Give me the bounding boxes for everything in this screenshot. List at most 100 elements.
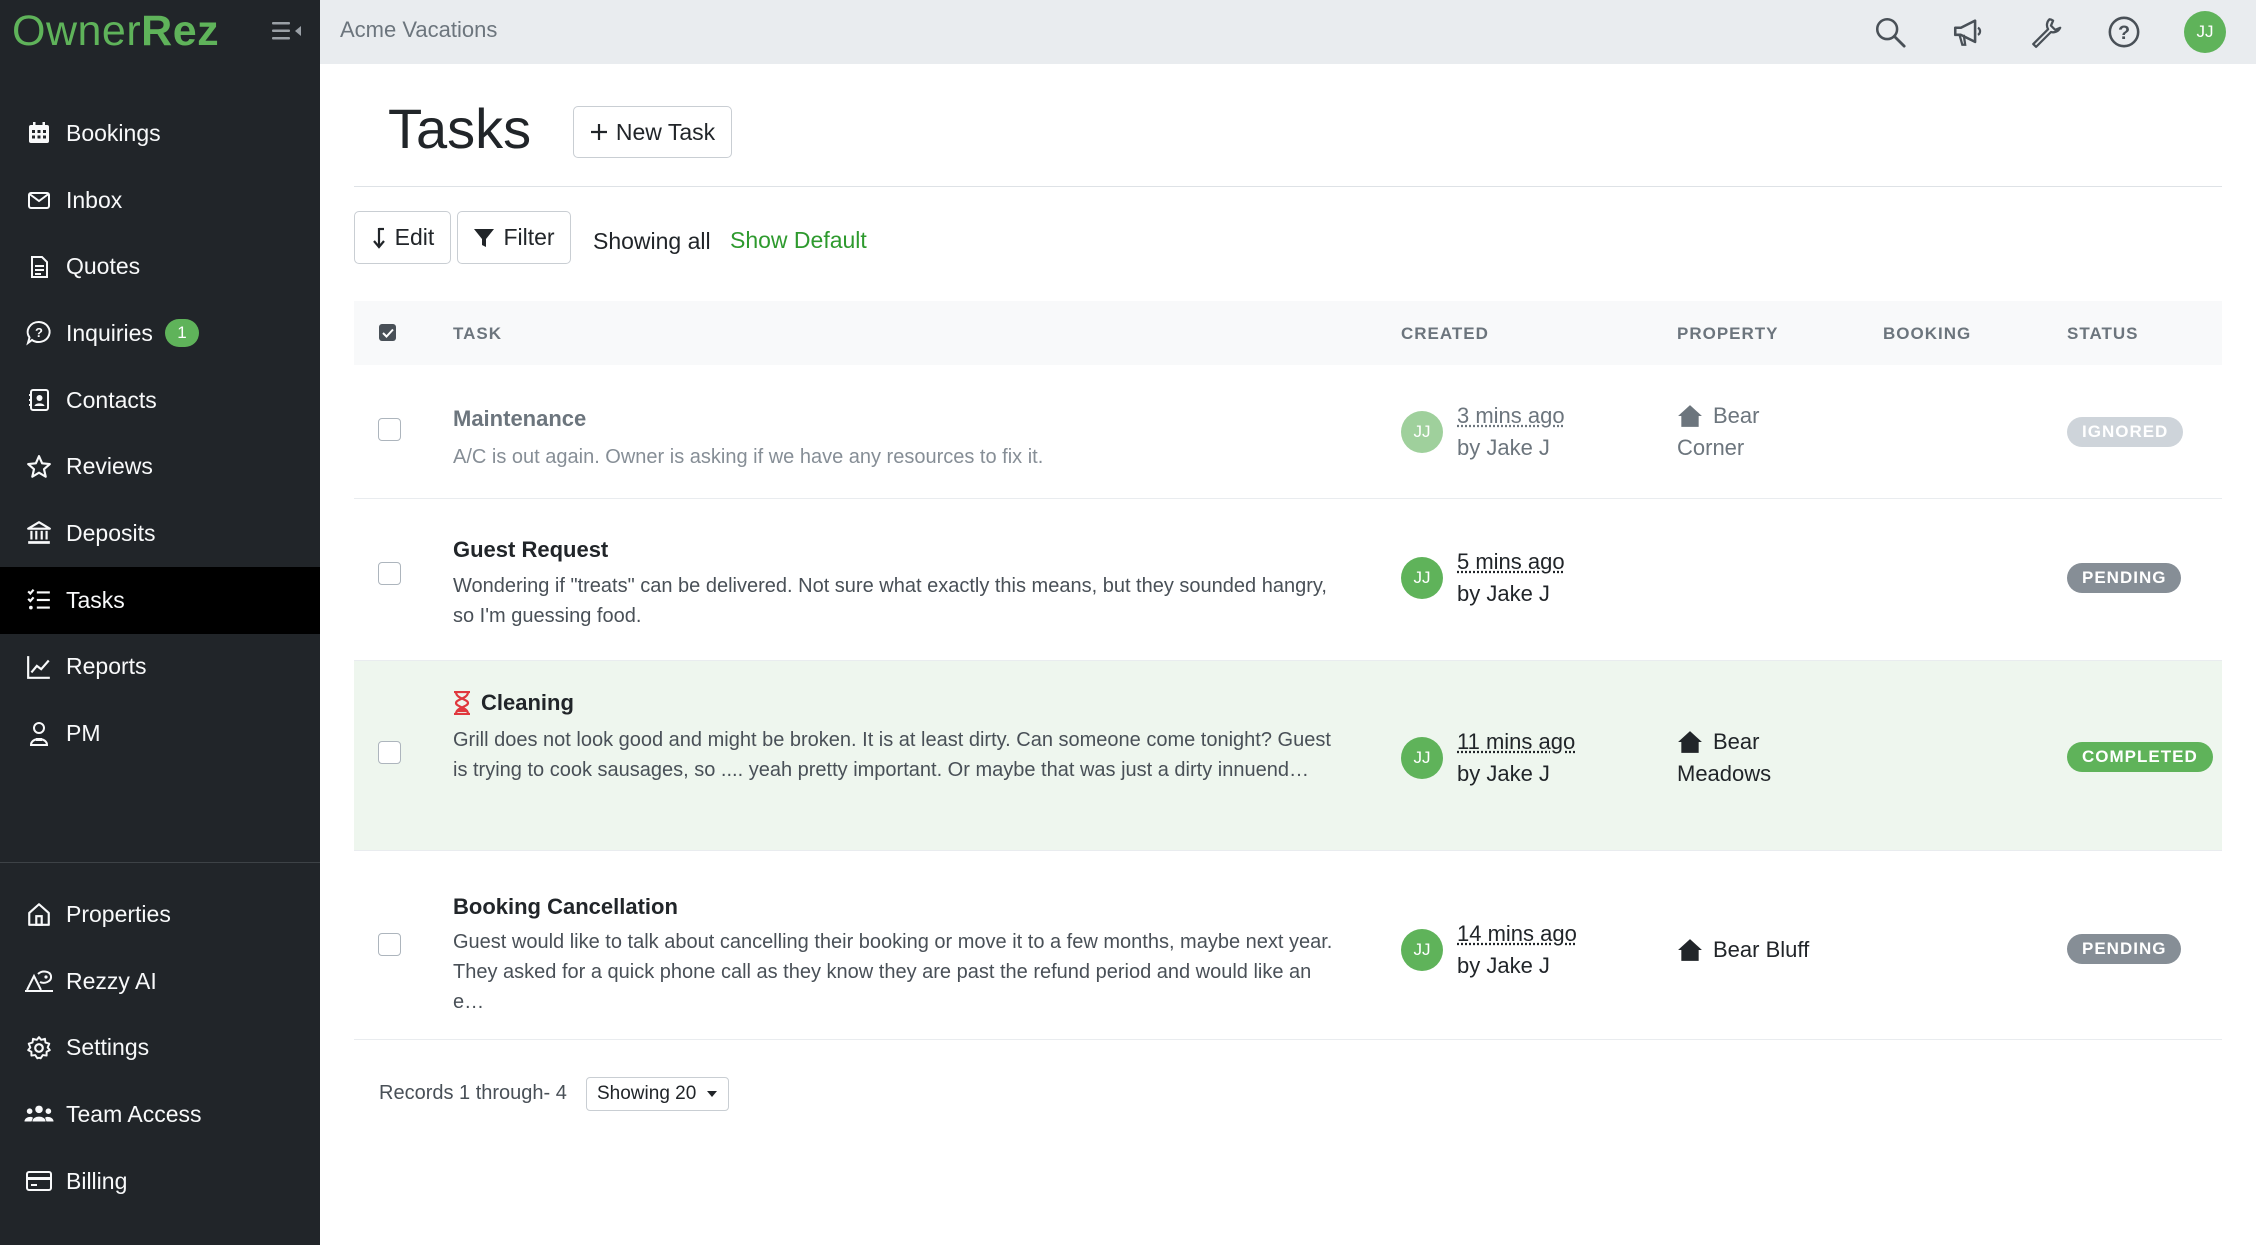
task-description: Guest would like to talk about cancellin… xyxy=(453,931,1333,1013)
sidebar-item-billing[interactable]: Billing xyxy=(0,1148,320,1215)
sidebar-item-label: Tasks xyxy=(66,586,125,613)
sidebar-item-label: Inbox xyxy=(66,186,123,213)
task-title-text: Booking Cancellation xyxy=(453,894,678,919)
sidebar-item-inquiries[interactable]: ? Inquiries 1 xyxy=(0,300,320,367)
wrench-icon xyxy=(2032,18,2062,49)
page-title: Tasks xyxy=(388,97,532,160)
table-row[interactable]: Maintenance A/C is out again. Owner is a… xyxy=(354,365,2222,499)
created-info: 5 mins ago by Jake J xyxy=(1457,546,1565,610)
svg-text:?: ? xyxy=(35,325,43,340)
help-button[interactable]: ? xyxy=(2104,12,2144,52)
search-button[interactable] xyxy=(1870,12,1910,52)
table-row[interactable]: Cleaning Grill does not look good and mi… xyxy=(354,661,2222,851)
help-icon: ? xyxy=(2108,16,2140,48)
page-size-select[interactable]: Showing 20 xyxy=(586,1077,730,1111)
status-badge: COMPLETED xyxy=(2067,742,2213,772)
sidebar-item-label: Inquiries xyxy=(66,319,153,346)
account-name[interactable]: Acme Vacations xyxy=(340,17,497,43)
task-description: Grill does not look good and might be br… xyxy=(453,729,1331,781)
property-name-line2: Meadows xyxy=(1677,761,1772,786)
sidebar-item-contacts[interactable]: Contacts xyxy=(0,367,320,434)
task-title[interactable]: Maintenance xyxy=(453,406,586,432)
task-title-text: Cleaning xyxy=(481,690,574,715)
showing-all-label: Showing all xyxy=(593,228,711,254)
sidebar: OwnerRez Bookings Inbox Quotes ? Inquiri… xyxy=(0,0,320,1245)
task-title[interactable]: Cleaning xyxy=(453,690,574,716)
header-status[interactable]: STATUS xyxy=(2067,324,2138,344)
sidebar-item-properties[interactable]: Properties xyxy=(0,881,320,948)
sidebar-item-bookings[interactable]: Bookings xyxy=(0,100,320,167)
caret-down-icon xyxy=(707,1091,718,1097)
row-checkbox[interactable] xyxy=(378,562,401,585)
row-checkbox[interactable] xyxy=(378,418,401,441)
inquiries-count-badge: 1 xyxy=(164,319,199,348)
creator-avatar: JJ xyxy=(1401,411,1443,453)
logo-rez-text: Rez xyxy=(141,7,220,55)
sidebar-item-deposits[interactable]: Deposits xyxy=(0,500,320,567)
tools-button[interactable] xyxy=(2026,12,2066,52)
sidebar-item-tasks[interactable]: Tasks xyxy=(0,566,320,634)
sidebar-item-label: Reports xyxy=(66,653,147,680)
sidebar-item-label: Bookings xyxy=(66,119,161,146)
envelope-icon xyxy=(24,185,54,215)
tasks-list-icon xyxy=(24,585,54,615)
team-icon xyxy=(24,1099,54,1129)
sidebar-item-label: Deposits xyxy=(66,519,156,546)
property-name-line1: Bear xyxy=(1713,729,1760,754)
property-cell[interactable]: Bear xyxy=(1677,726,1759,758)
filter-button[interactable]: Filter xyxy=(457,211,571,264)
contact-card-icon xyxy=(24,385,54,415)
row-checkbox[interactable] xyxy=(378,933,401,956)
task-title-text: Guest Request xyxy=(453,537,609,562)
sidebar-item-inbox[interactable]: Inbox xyxy=(0,167,320,234)
task-description: A/C is out again. Owner is asking if we … xyxy=(453,446,1044,468)
new-task-button[interactable]: New Task xyxy=(573,106,732,158)
sidebar-item-rezzy-ai[interactable]: Rezzy AI xyxy=(0,948,320,1015)
gear-icon xyxy=(24,1033,54,1063)
sidebar-item-team-access[interactable]: Team Access xyxy=(0,1081,320,1148)
header-booking[interactable]: BOOKING xyxy=(1883,324,1971,344)
table-header: TASK CREATED PROPERTY BOOKING STATUS xyxy=(354,301,2222,365)
created-by: by Jake J xyxy=(1457,953,1550,978)
task-title[interactable]: Guest Request xyxy=(453,537,608,563)
edit-button[interactable]: Edit xyxy=(354,211,451,264)
announcements-button[interactable] xyxy=(1948,12,1988,52)
filter-label: Filter xyxy=(503,224,555,250)
sidebar-item-label: Quotes xyxy=(66,253,141,280)
ai-assistant-icon xyxy=(24,966,54,996)
header-property[interactable]: PROPERTY xyxy=(1677,324,1779,344)
sidebar-item-settings[interactable]: Settings xyxy=(0,1014,320,1081)
megaphone-icon xyxy=(1953,19,1982,46)
created-ago: 11 mins ago xyxy=(1457,729,1576,754)
property-cell[interactable]: Bear Bluff xyxy=(1677,934,1809,966)
sidebar-nav: Bookings Inbox Quotes ? Inquiries 1 Cont… xyxy=(0,100,320,767)
sidebar-item-label: PM xyxy=(66,720,101,747)
header-created[interactable]: CREATED xyxy=(1401,324,1489,344)
records-count: Records 1 through- 4 xyxy=(379,1082,567,1104)
table-row[interactable]: Guest Request Wondering if "treats" can … xyxy=(354,499,2222,661)
sidebar-item-reviews[interactable]: Reviews xyxy=(0,433,320,500)
property-cell[interactable]: Bear xyxy=(1677,400,1759,432)
sidebar-item-reports[interactable]: Reports xyxy=(0,634,320,701)
collapse-sidebar-button[interactable] xyxy=(270,16,304,46)
created-info: 11 mins ago by Jake J xyxy=(1457,726,1575,790)
credit-card-icon xyxy=(24,1166,54,1196)
house-icon xyxy=(1678,405,1702,427)
task-title[interactable]: Booking Cancellation xyxy=(453,894,678,920)
row-checkbox[interactable] xyxy=(378,741,401,764)
select-all-checkbox[interactable] xyxy=(379,324,396,341)
logo-owner-text: Owner xyxy=(12,7,142,55)
title-divider xyxy=(354,186,2222,187)
task-title-text: Maintenance xyxy=(453,406,587,431)
table-row[interactable]: Booking Cancellation Guest would like to… xyxy=(354,851,2222,1040)
ownerrez-logo[interactable]: OwnerRez xyxy=(12,6,219,56)
sidebar-item-pm[interactable]: PM xyxy=(0,700,320,767)
header-task[interactable]: TASK xyxy=(453,324,502,344)
star-icon xyxy=(24,452,54,482)
document-icon xyxy=(24,252,54,282)
task-description: Wondering if "treats" can be delivered. … xyxy=(453,575,1327,627)
user-avatar[interactable]: JJ xyxy=(2184,11,2226,53)
show-default-link[interactable]: Show Default xyxy=(730,227,867,254)
created-ago: 3 mins ago xyxy=(1457,403,1565,428)
sidebar-item-quotes[interactable]: Quotes xyxy=(0,233,320,300)
